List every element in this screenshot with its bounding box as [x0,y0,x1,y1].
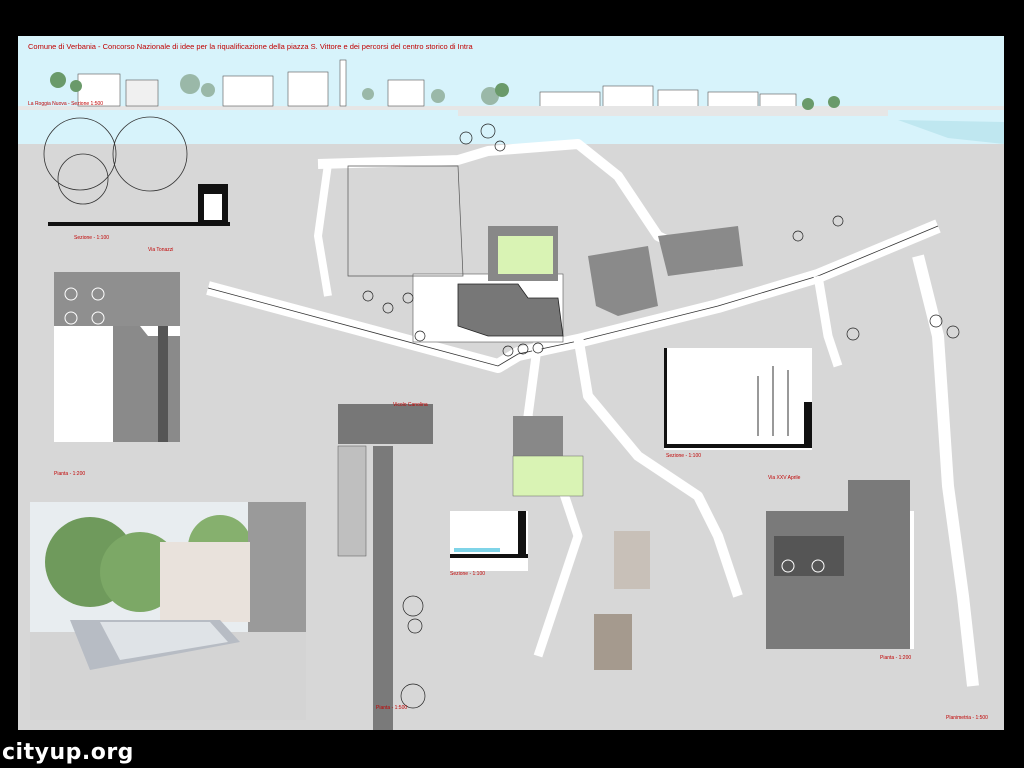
plan-drawing-1 [54,272,180,442]
section-label-3: Sezione - 1:100 [450,571,486,577]
section-label-2: Sezione - 1:100 [666,453,702,459]
street-label-via-xxv: Via XXV Aprile [768,475,801,481]
plan-label-3: Pianta - 1:200 [880,655,912,661]
section-drawing-2 [664,348,812,450]
skyline-elevation [18,59,1004,144]
plan-label-2: Pianta - 1:500 [376,705,408,711]
section-drawing-3 [450,511,528,571]
elevation-label: La Roggia Nuova - Sezione 1:500 [28,101,104,107]
plan-label-1: Pianta - 1:200 [54,471,86,477]
street-label-via-tonazzi: Via Tonazzi [148,247,174,253]
board: Comune di Verbania - Concorso Nazionale … [18,36,1004,730]
section-drawing-1 [43,116,230,226]
street-label-vicolo: Vicolo Canolina [393,402,428,408]
watermark: cityup.org [2,740,134,765]
section-label-1: Sezione - 1:100 [74,235,110,241]
plan-drawing-2 [766,480,914,649]
street-photo-2 [594,614,632,670]
street-photo-1 [614,531,650,589]
planimetria-label: Planimetria - 1:500 [946,715,988,721]
render-photo [30,502,306,720]
